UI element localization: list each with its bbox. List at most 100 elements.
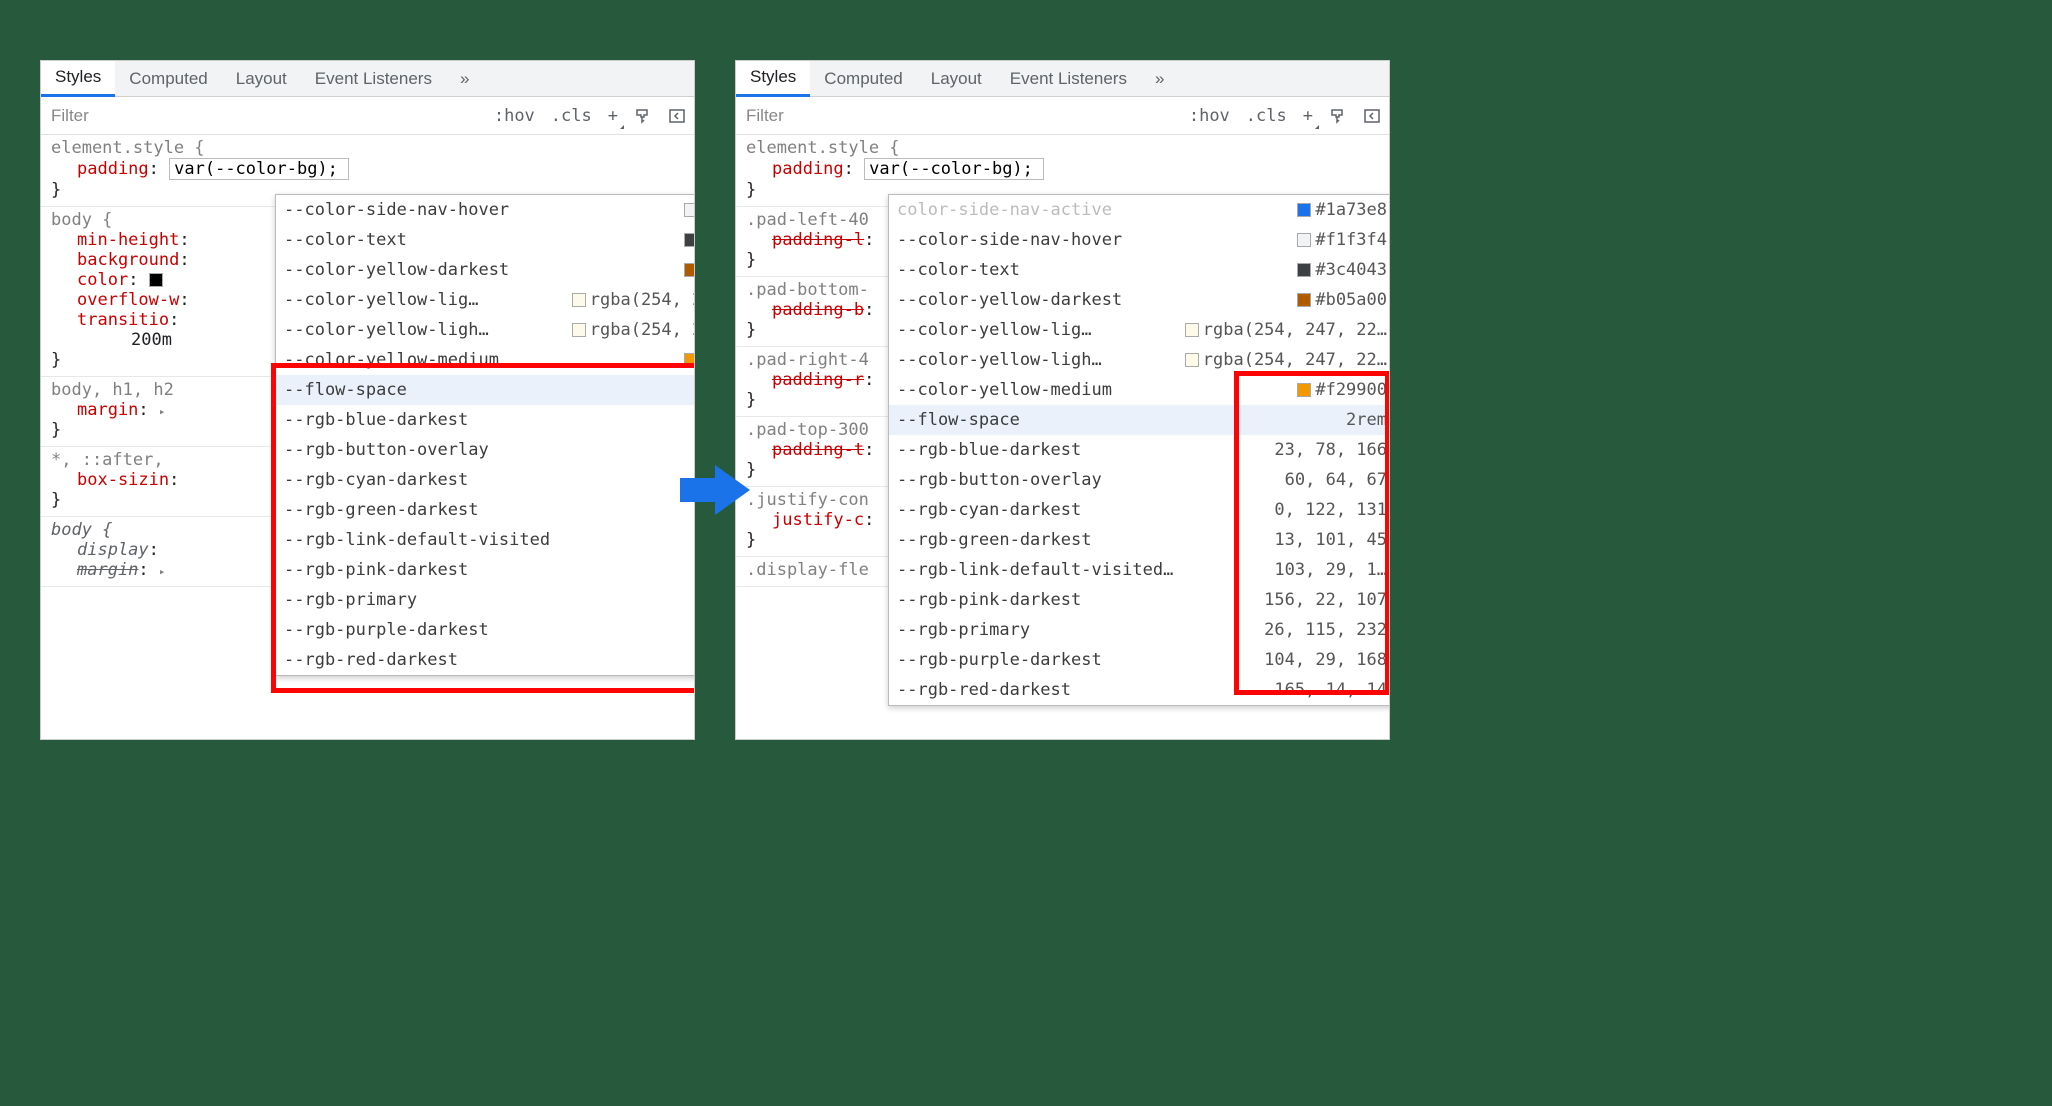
- tab-event-listeners[interactable]: Event Listeners: [996, 62, 1141, 96]
- tab-styles[interactable]: Styles: [736, 60, 810, 97]
- var-value: 23, 78, 166: [1274, 437, 1387, 463]
- autocomplete-item[interactable]: --color-yellow-lig…rgba(254, 247, 22…: [276, 285, 695, 315]
- var-value: 165, 14, 14: [1274, 677, 1387, 703]
- var-name: --rgb-cyan-darkest: [897, 497, 1081, 523]
- autocomplete-item[interactable]: --rgb-primary: [276, 585, 695, 615]
- css-prop[interactable]: background: [77, 250, 179, 270]
- cls-button[interactable]: .cls: [1238, 97, 1295, 134]
- tab-more[interactable]: »: [446, 62, 483, 96]
- autocomplete-item[interactable]: --rgb-button-overlay60, 64, 67: [889, 465, 1390, 495]
- tab-event-listeners[interactable]: Event Listeners: [301, 62, 446, 96]
- autocomplete-item[interactable]: --rgb-red-darkest: [276, 645, 695, 675]
- tab-computed[interactable]: Computed: [115, 62, 221, 96]
- css-prop[interactable]: padding: [77, 159, 149, 179]
- autocomplete-item[interactable]: --flow-space2rem: [889, 405, 1390, 435]
- css-prop[interactable]: transitio: [77, 310, 169, 330]
- css-prop[interactable]: margin: [77, 400, 138, 420]
- tab-styles[interactable]: Styles: [41, 60, 115, 97]
- var-value: 103, 29, 1…: [1274, 557, 1387, 583]
- autocomplete-item[interactable]: --rgb-primary26, 115, 232: [889, 615, 1390, 645]
- tab-computed[interactable]: Computed: [810, 62, 916, 96]
- css-prop[interactable]: display: [77, 540, 149, 560]
- autocomplete-item[interactable]: --rgb-pink-darkest156, 22, 107: [889, 585, 1390, 615]
- autocomplete-item[interactable]: --rgb-link-default-visited…103, 29, 1…: [889, 555, 1390, 585]
- autocomplete-item[interactable]: --color-side-nav-hover#f1f3f4: [889, 225, 1390, 255]
- autocomplete-item[interactable]: --rgb-blue-darkest23, 78, 166: [889, 435, 1390, 465]
- paint-icon[interactable]: [1321, 97, 1355, 134]
- css-prop[interactable]: padding-l: [772, 230, 864, 250]
- css-value-input[interactable]: var(--color-bg);: [864, 158, 1044, 180]
- rule-close: }: [51, 350, 61, 370]
- autocomplete-item[interactable]: color-side-nav-active#1a73e8: [889, 195, 1390, 225]
- autocomplete-item[interactable]: --rgb-blue-darkest: [276, 405, 695, 435]
- css-prop[interactable]: overflow-w: [77, 290, 179, 310]
- tab-layout[interactable]: Layout: [917, 62, 996, 96]
- autocomplete-item[interactable]: --color-yellow-lig…rgba(254, 247, 22…: [889, 315, 1390, 345]
- new-style-button[interactable]: +: [600, 97, 626, 134]
- autocomplete-item[interactable]: --color-yellow-medium#f29900: [889, 375, 1390, 405]
- css-prop[interactable]: box-sizin: [77, 470, 169, 490]
- var-name: --color-yellow-ligh…: [897, 347, 1102, 373]
- filter-input[interactable]: [736, 97, 1181, 134]
- css-prop[interactable]: padding-b: [772, 300, 864, 320]
- autocomplete-item[interactable]: --color-yellow-ligh…rgba(254, 247, 22…: [276, 315, 695, 345]
- autocomplete-item[interactable]: --rgb-cyan-darkest0, 122, 131: [889, 495, 1390, 525]
- autocomplete-item[interactable]: --rgb-link-default-visited: [276, 525, 695, 555]
- autocomplete-item[interactable]: --color-side-nav-hover#f1f3f4: [276, 195, 695, 225]
- selector: *, ::after,: [51, 450, 164, 470]
- autocomplete-item[interactable]: --color-text#3c4043: [276, 225, 695, 255]
- hov-button[interactable]: :hov: [1181, 97, 1238, 134]
- var-value: rgba(254, 247, 22…: [1185, 347, 1387, 373]
- color-swatch: [1297, 263, 1311, 277]
- css-prop[interactable]: padding-r: [772, 370, 864, 390]
- css-prop[interactable]: padding: [772, 159, 844, 179]
- rule-close: }: [746, 320, 756, 340]
- rule-close: }: [746, 250, 756, 270]
- autocomplete-item[interactable]: --rgb-green-darkest: [276, 495, 695, 525]
- autocomplete-item[interactable]: --rgb-cyan-darkest: [276, 465, 695, 495]
- paint-icon[interactable]: [626, 97, 660, 134]
- selector: body {: [51, 520, 112, 540]
- tab-layout[interactable]: Layout: [222, 62, 301, 96]
- css-prop[interactable]: padding-t: [772, 440, 864, 460]
- autocomplete-item[interactable]: --rgb-purple-darkest: [276, 615, 695, 645]
- selector: body {: [51, 210, 112, 230]
- autocomplete-item[interactable]: --color-yellow-medium#f29900: [276, 345, 695, 375]
- cls-button[interactable]: .cls: [543, 97, 600, 134]
- expand-marker-icon[interactable]: ▸: [159, 405, 166, 418]
- filter-input[interactable]: [41, 97, 486, 134]
- color-swatch: [572, 293, 586, 307]
- tab-more[interactable]: »: [1141, 62, 1178, 96]
- color-swatch: [1297, 383, 1311, 397]
- autocomplete-item[interactable]: --rgb-purple-darkest104, 29, 168: [889, 645, 1390, 675]
- styles-toolbar: :hov .cls +: [41, 97, 694, 135]
- color-swatch[interactable]: [149, 273, 163, 287]
- css-prop[interactable]: justify-c: [772, 510, 864, 530]
- devtools-panel-after: Styles Computed Layout Event Listeners »…: [735, 60, 1390, 740]
- autocomplete-item[interactable]: --rgb-button-overlay: [276, 435, 695, 465]
- var-name: --color-text: [897, 257, 1020, 283]
- autocomplete-item[interactable]: --color-yellow-darkest#b05a00: [276, 255, 695, 285]
- css-value-input[interactable]: var(--color-bg);: [169, 158, 349, 180]
- autocomplete-item[interactable]: --color-yellow-darkest#b05a00: [889, 285, 1390, 315]
- selector: body, h1, h2: [51, 380, 174, 400]
- new-style-button[interactable]: +: [1295, 97, 1321, 134]
- autocomplete-item[interactable]: --rgb-pink-darkest: [276, 555, 695, 585]
- panel-toggle-icon[interactable]: [660, 97, 694, 134]
- autocomplete-item[interactable]: --rgb-green-darkest13, 101, 45: [889, 525, 1390, 555]
- css-prop[interactable]: margin: [77, 560, 138, 580]
- color-swatch: [684, 263, 695, 277]
- expand-marker-icon[interactable]: ▸: [159, 565, 166, 578]
- var-value: rgba(254, 247, 22…: [1185, 317, 1387, 343]
- autocomplete-popup[interactable]: color-side-nav-active#1a73e8--color-side…: [888, 194, 1390, 706]
- autocomplete-item[interactable]: --rgb-red-darkest 165, 14, 14: [889, 675, 1390, 705]
- autocomplete-item[interactable]: --color-yellow-ligh… rgba(254, 247, 22…: [889, 345, 1390, 375]
- panel-toggle-icon[interactable]: [1355, 97, 1389, 134]
- var-name: --rgb-red-darkest: [897, 677, 1071, 703]
- autocomplete-popup[interactable]: --color-side-nav-hover#f1f3f4--color-tex…: [275, 194, 695, 676]
- autocomplete-item[interactable]: --color-text#3c4043: [889, 255, 1390, 285]
- css-prop[interactable]: color: [77, 270, 128, 290]
- hov-button[interactable]: :hov: [486, 97, 543, 134]
- css-prop[interactable]: min-height: [77, 230, 179, 250]
- autocomplete-item[interactable]: --flow-space: [276, 375, 695, 405]
